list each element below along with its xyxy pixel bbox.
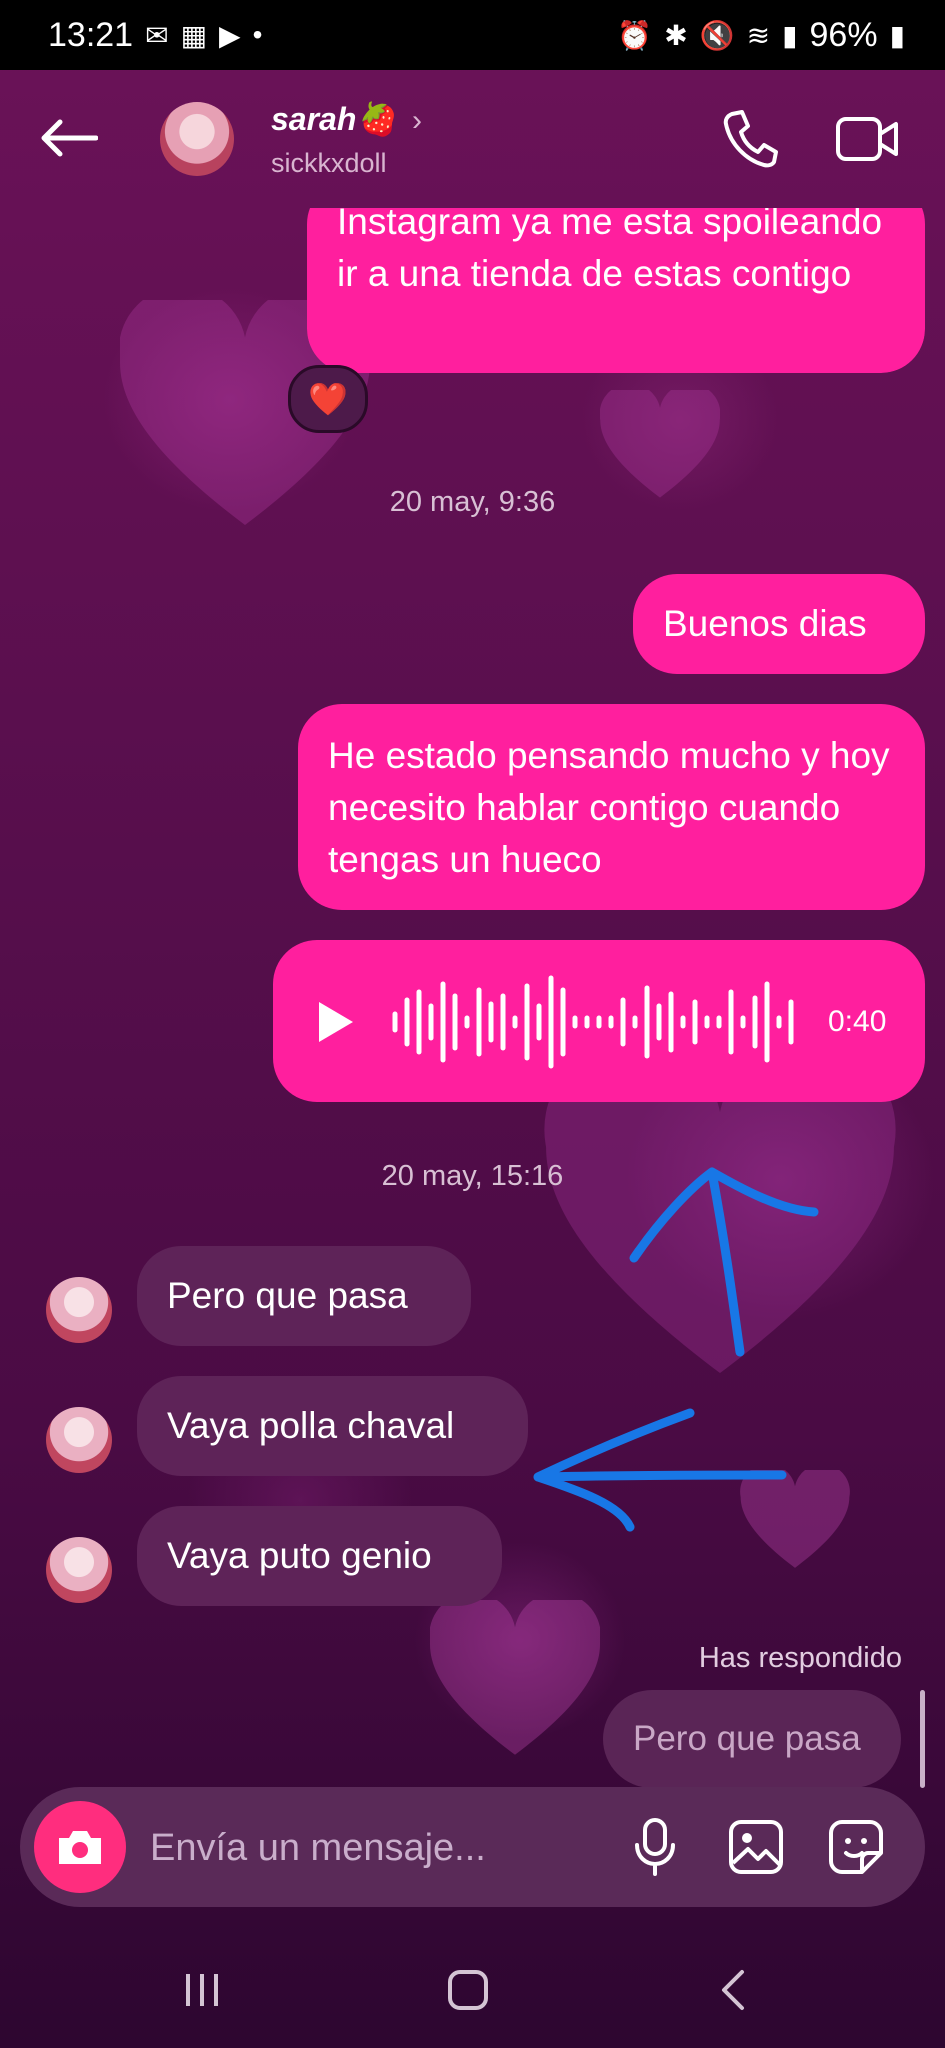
heart-decoration <box>600 390 720 498</box>
status-bar: 13:21 ✉ ▦ ▶ • ⏰ ✱ 🔇 ≋ ▮ 96% ▮ <box>0 0 945 70</box>
microphone-icon[interactable] <box>632 1817 678 1877</box>
clock: 13:21 <box>48 15 134 54</box>
gmail-icon: ✉ <box>145 19 169 51</box>
dot-icon: • <box>252 19 263 50</box>
wifi-icon: ≋ <box>746 19 771 51</box>
back-arrow-icon[interactable] <box>38 118 98 158</box>
message-outgoing[interactable]: Buenos dias <box>633 574 925 674</box>
avatar[interactable] <box>46 1277 112 1343</box>
message-composer <box>20 1787 925 1907</box>
timestamp: 20 may, 9:36 <box>389 486 556 518</box>
heart-reaction[interactable]: ❤️ <box>288 365 368 433</box>
voice-message[interactable]: 0:40 <box>273 940 925 1102</box>
battery-level: 96% <box>809 15 878 54</box>
home-icon[interactable] <box>446 1968 490 2012</box>
battery-icon: ▮ <box>889 19 905 51</box>
replied-label: Has respondido <box>698 1642 902 1674</box>
contact-name[interactable]: sarah🍓 <box>271 100 396 138</box>
calendar-icon: ▦ <box>180 19 208 51</box>
message-incoming[interactable]: Pero que pasa <box>137 1246 471 1346</box>
strawberry-emoji: 🍓 <box>356 101 397 137</box>
recents-icon[interactable] <box>182 1970 222 2010</box>
bluetooth-icon: ✱ <box>664 19 688 51</box>
message-incoming[interactable]: Vaya polla chaval <box>137 1376 528 1476</box>
message-outgoing[interactable]: He estado pensando mucho y hoy necesito … <box>298 704 925 910</box>
youtube-icon: ▶ <box>219 19 241 51</box>
waveform <box>392 975 794 1069</box>
avatar[interactable] <box>46 1537 112 1603</box>
signal-icon: ▮ <box>782 19 798 51</box>
system-nav-bar <box>0 1940 945 2048</box>
voice-duration: 0:40 <box>828 1005 887 1038</box>
message-input[interactable] <box>148 1811 612 1885</box>
mute-icon: 🔇 <box>699 19 735 51</box>
heart-decoration <box>430 1600 600 1755</box>
annotation-arrow-left <box>533 1408 787 1532</box>
alarm-icon: ⏰ <box>617 19 653 51</box>
chat-header: sarah🍓 › sickkxdoll <box>0 70 945 210</box>
chevron-right-icon[interactable]: › <box>412 104 422 138</box>
camera-button[interactable] <box>34 1801 126 1893</box>
annotation-arrow-up <box>629 1167 819 1357</box>
reply-quote[interactable]: Pero que pasa <box>603 1690 901 1788</box>
play-icon[interactable] <box>315 1000 355 1044</box>
sticker-icon[interactable] <box>828 1819 884 1875</box>
avatar[interactable] <box>160 102 234 176</box>
message-incoming[interactable]: Vaya puto genio <box>137 1506 502 1606</box>
contact-username: sickkxdoll <box>271 148 387 178</box>
camera-icon <box>59 1831 101 1864</box>
image-icon[interactable] <box>728 1819 784 1875</box>
avatar[interactable] <box>46 1407 112 1473</box>
video-camera-icon[interactable] <box>835 114 899 164</box>
phone-icon[interactable] <box>722 108 778 168</box>
back-nav-icon[interactable] <box>718 1968 748 2012</box>
scrollbar[interactable] <box>920 1690 925 1788</box>
